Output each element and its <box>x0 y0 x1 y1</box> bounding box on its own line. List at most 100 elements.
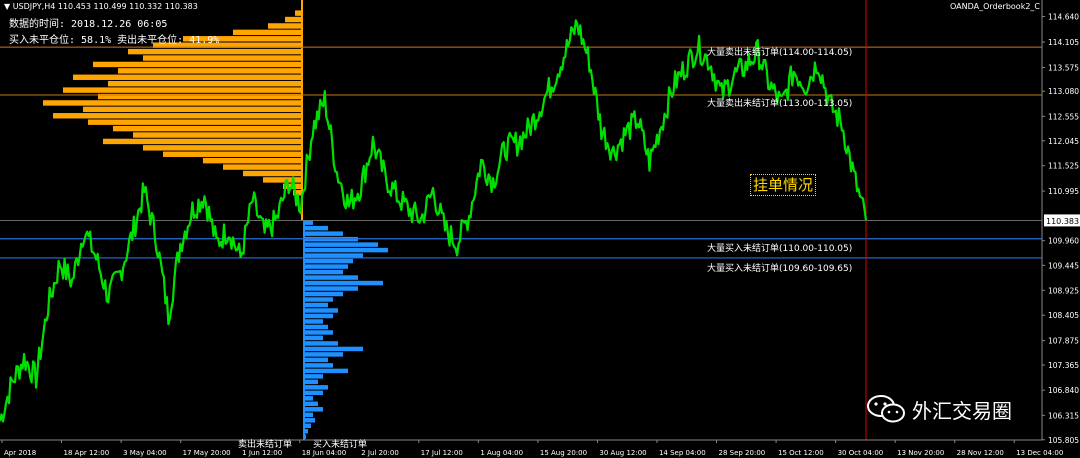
buy-bar <box>303 258 353 264</box>
indicator-name: OANDA_Orderbook2_C <box>949 2 1040 11</box>
buy-bar <box>303 302 328 308</box>
buy-bar <box>303 231 343 236</box>
x-tick-label: 14 Sep 04:00 <box>659 449 706 457</box>
sell-bar <box>43 100 303 106</box>
sell-orders-label: 卖出未结订单 <box>238 440 293 450</box>
buy-bar <box>303 434 306 439</box>
x-tick-label: 17 May 20:00 <box>183 449 231 457</box>
buy-bar <box>303 225 328 231</box>
buy-bar <box>303 264 348 269</box>
y-tick-label: 105.805 <box>1048 436 1079 445</box>
sell-bar <box>203 157 303 164</box>
buy-bar <box>303 319 323 324</box>
sell-bar <box>88 119 303 125</box>
symbol-header: ▼ USDJPY,H4 110.453 110.499 110.332 110.… <box>4 2 198 11</box>
y-tick-label: 106.840 <box>1048 386 1079 395</box>
x-tick-label: 13 Dec 04:00 <box>1016 449 1063 457</box>
buy-bar <box>303 286 358 291</box>
y-tick-label: 113.080 <box>1048 87 1079 96</box>
watermark-text: 外汇交易圈 <box>912 398 1012 423</box>
buy-bar <box>303 352 343 357</box>
sell-bar <box>285 16 303 23</box>
x-tick-label: 15 Aug 20:00 <box>540 449 587 457</box>
buy-bar <box>303 341 338 346</box>
sell-bar <box>63 87 303 93</box>
sell-bar <box>223 164 303 170</box>
buy-bar <box>303 423 311 429</box>
big-sell-label-1: 大量卖出未结订单(114.00-114.05) <box>707 48 853 58</box>
sell-bar <box>53 113 303 119</box>
buy-bar <box>303 253 363 258</box>
buy-bar <box>303 374 323 379</box>
buy-bar <box>303 324 328 330</box>
x-tick-label: 18 Apr 12:00 <box>64 449 110 457</box>
buy-bar <box>303 412 313 418</box>
sell-bar <box>143 145 303 151</box>
x-tick-label: 17 Jul 12:00 <box>421 449 463 457</box>
buy-bar <box>303 368 348 374</box>
wechat-icon <box>867 395 905 423</box>
buy-bar <box>303 242 378 247</box>
data-time: 数据的时间: 2018.12.26 06:05 <box>9 19 168 30</box>
y-tick-label: 107.365 <box>1048 361 1079 370</box>
y-tick-label: 111.525 <box>1048 162 1079 171</box>
y-tick-label: 113.575 <box>1048 63 1079 72</box>
buy-bar <box>303 269 343 275</box>
y-tick-label: 112.555 <box>1048 112 1079 121</box>
y-tick-label: 106.315 <box>1048 411 1079 420</box>
sell-bar <box>233 29 303 36</box>
watermark: 外汇交易圈 <box>866 394 1012 424</box>
sell-bar <box>108 80 303 87</box>
buy-bar <box>303 429 308 434</box>
big-sell-label-2: 大量卖出未结订单(113.00-113.05) <box>707 99 853 109</box>
big-buy-label-1: 大量买入未结订单(110.00-110.05) <box>707 244 853 254</box>
order-status-label: 挂单情况 <box>750 174 817 196</box>
y-tick-label: 114.105 <box>1048 38 1079 47</box>
time-axis: Apr 2018 18 Apr 12:00 3 May 04:00 17 May 20… <box>0 439 1063 457</box>
buy-orders-label: 买入未结订单 <box>313 440 368 450</box>
big-buy-label-2: 大量买入未结订单(109.60-109.65) <box>707 264 853 274</box>
x-tick-label: 30 Aug 12:00 <box>599 449 646 457</box>
y-tick-label: 108.405 <box>1048 311 1079 320</box>
sell-bar <box>163 151 303 157</box>
sell-bar <box>118 68 303 74</box>
buy-bar <box>303 357 328 363</box>
buy-bar <box>303 297 333 302</box>
x-tick-label: 28 Nov 12:00 <box>957 449 1004 457</box>
price-line <box>0 19 868 423</box>
x-tick-label: 28 Sep 20:00 <box>719 449 766 457</box>
sell-bar <box>83 106 303 113</box>
sell-bar <box>301 4 303 10</box>
sell-bar <box>113 125 303 132</box>
buy-bar <box>303 247 388 253</box>
position-ratio: 买入未平仓位: 58.1% 卖出未平仓位: 41.9% <box>9 35 220 46</box>
buy-bar <box>303 330 333 335</box>
price-axis: 114.640 114.105 113.575 113.080 112.555 112.0… <box>1041 0 1080 445</box>
sell-bar <box>295 10 303 16</box>
y-tick-label: 109.445 <box>1048 261 1079 270</box>
buy-bar <box>303 308 338 313</box>
buy-bar <box>303 291 343 297</box>
buy-bar <box>303 280 383 286</box>
sell-bar <box>133 132 303 138</box>
buy-bar <box>303 220 313 225</box>
x-tick-label: 1 Aug 04:00 <box>480 449 523 457</box>
price-series <box>0 19 868 423</box>
x-tick-label: 2 Jul 20:00 <box>361 449 399 457</box>
x-tick-label: 18 Jun 04:00 <box>302 449 346 457</box>
sell-bar <box>73 74 303 80</box>
x-tick-label: Apr 2018 <box>4 449 36 457</box>
current-price-label: 110.383 <box>1046 217 1079 226</box>
buy-orders-histogram <box>303 220 388 440</box>
y-tick-label: 107.875 <box>1048 337 1079 346</box>
sell-bar <box>103 138 303 145</box>
buy-bar <box>303 313 333 319</box>
x-tick-label: 13 Nov 20:00 <box>897 449 944 457</box>
y-tick-label: 112.045 <box>1048 137 1079 146</box>
buy-bar <box>303 346 363 352</box>
sell-bar <box>93 61 303 68</box>
price-chart[interactable]: 114.640 114.105 113.575 113.080 112.555 112.0… <box>0 0 1080 458</box>
buy-bar <box>303 390 323 396</box>
y-tick-label: 114.640 <box>1048 12 1079 21</box>
buy-bar <box>303 379 318 385</box>
